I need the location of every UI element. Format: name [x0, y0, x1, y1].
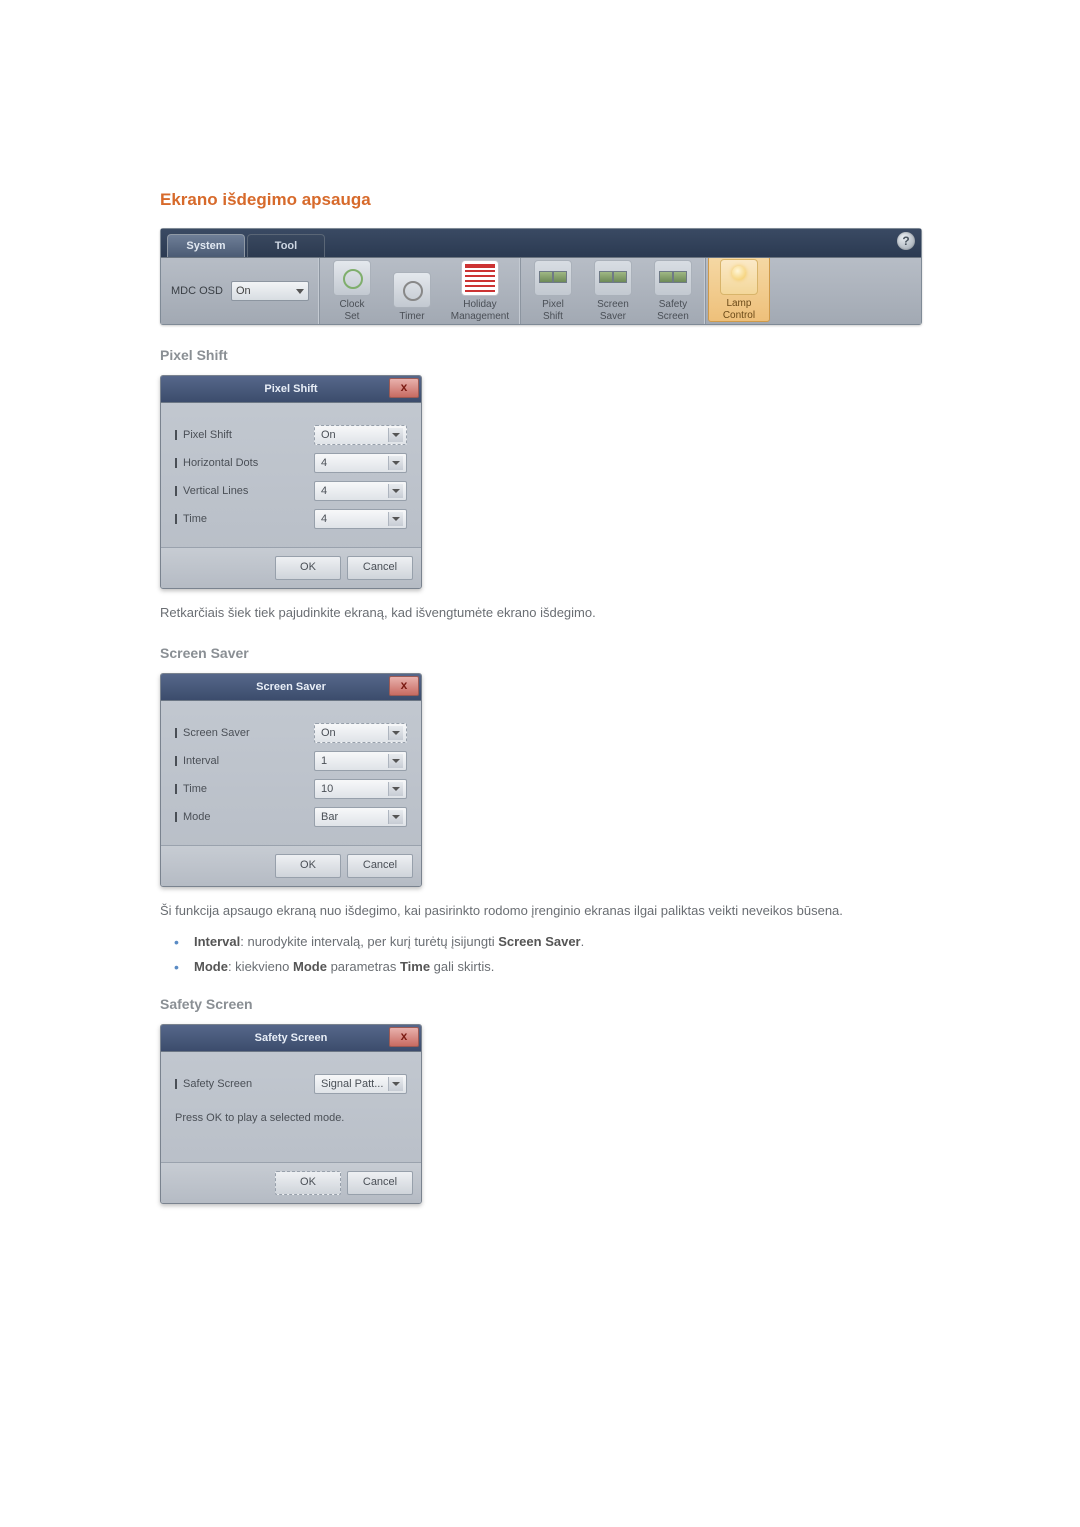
tab-system[interactable]: System: [167, 234, 245, 257]
safety-screen-message: Press OK to play a selected mode.: [175, 1112, 407, 1124]
time-select[interactable]: 4: [314, 509, 407, 529]
calendar-icon: [461, 260, 499, 296]
screen-saver-heading: Screen Saver: [160, 645, 920, 661]
chevron-down-icon: [392, 461, 400, 465]
chevron-down-icon: [296, 289, 304, 294]
row-time: Time 10: [175, 779, 407, 799]
horizontal-dots-select[interactable]: 4: [314, 453, 407, 473]
help-icon[interactable]: ?: [897, 232, 915, 250]
chevron-down-icon: [392, 489, 400, 493]
clock-icon: [333, 260, 371, 296]
mdc-osd-value: On: [236, 285, 251, 297]
safety-screen-icon: [654, 260, 692, 296]
toolbar-body: MDC OSD On Clock Set Timer Holiday Mana: [161, 258, 921, 324]
system-toolbar: System Tool ? MDC OSD On Clock Set Timer: [160, 228, 922, 325]
close-button[interactable]: x: [389, 378, 419, 398]
chevron-down-icon: [392, 759, 400, 763]
chevron-down-icon: [392, 517, 400, 521]
safety-screen-button[interactable]: Safety Screen: [643, 258, 703, 322]
pixel-shift-dialog-title: Pixel Shift x: [161, 376, 421, 403]
interval-select[interactable]: 1: [314, 751, 407, 771]
close-button[interactable]: x: [389, 1027, 419, 1047]
screen-saver-button[interactable]: Screen Saver: [583, 258, 643, 322]
mdc-osd-group: MDC OSD On: [161, 258, 320, 324]
chevron-down-icon: [392, 433, 400, 437]
screen-saver-icon: [594, 260, 632, 296]
mdc-osd-label: MDC OSD: [171, 285, 223, 297]
row-pixel-shift: Pixel Shift On: [175, 425, 407, 445]
screen-saver-dialog-title: Screen Saver x: [161, 674, 421, 701]
pixel-shift-description: Retkarčiais šiek tiek pajudinkite ekraną…: [160, 603, 920, 623]
tab-tool[interactable]: Tool: [247, 234, 325, 257]
mode-select[interactable]: Bar: [314, 807, 407, 827]
cancel-button[interactable]: Cancel: [347, 854, 413, 878]
timer-icon: [393, 272, 431, 308]
safety-screen-select[interactable]: Signal Patt...: [314, 1074, 407, 1094]
screen-saver-dialog: Screen Saver x Screen Saver On Interval …: [160, 673, 422, 887]
ok-button[interactable]: OK: [275, 1171, 341, 1195]
pixel-shift-icon: [534, 260, 572, 296]
row-screen-saver: Screen Saver On: [175, 723, 407, 743]
screen-saver-bullets: Interval: nurodykite intervalą, per kurį…: [160, 934, 920, 974]
chevron-down-icon: [392, 787, 400, 791]
cancel-button[interactable]: Cancel: [347, 1171, 413, 1195]
ok-button[interactable]: OK: [275, 854, 341, 878]
holiday-management-button[interactable]: Holiday Management: [442, 258, 518, 322]
row-time: Time 4: [175, 509, 407, 529]
row-horizontal-dots: Horizontal Dots 4: [175, 453, 407, 473]
close-button[interactable]: x: [389, 676, 419, 696]
vertical-lines-select[interactable]: 4: [314, 481, 407, 501]
row-vertical-lines: Vertical Lines 4: [175, 481, 407, 501]
bullet-interval: Interval: nurodykite intervalą, per kurį…: [160, 934, 920, 949]
lamp-control-button[interactable]: Lamp Control: [708, 256, 770, 322]
ok-button[interactable]: OK: [275, 556, 341, 580]
chevron-down-icon: [392, 1082, 400, 1086]
pixel-shift-select[interactable]: On: [314, 425, 407, 445]
mdc-osd-select[interactable]: On: [231, 281, 309, 301]
toolbar-group-lamp: Lamp Control: [706, 258, 772, 324]
toolbar-tabs: System Tool ?: [161, 229, 921, 258]
chevron-down-icon: [392, 731, 400, 735]
time-select[interactable]: 10: [314, 779, 407, 799]
row-mode: Mode Bar: [175, 807, 407, 827]
safety-screen-heading: Safety Screen: [160, 996, 920, 1012]
clock-set-button[interactable]: Clock Set: [322, 258, 382, 322]
section-title: Ekrano išdegimo apsauga: [160, 190, 920, 210]
cancel-button[interactable]: Cancel: [347, 556, 413, 580]
toolbar-group-time: Clock Set Timer Holiday Management: [320, 258, 521, 324]
lamp-icon: [720, 259, 758, 295]
safety-screen-dialog: Safety Screen x Safety Screen Signal Pat…: [160, 1024, 422, 1204]
pixel-shift-button[interactable]: Pixel Shift: [523, 258, 583, 322]
safety-screen-dialog-title: Safety Screen x: [161, 1025, 421, 1052]
chevron-down-icon: [392, 815, 400, 819]
screen-saver-description: Ši funkcija apsaugo ekraną nuo išdegimo,…: [160, 901, 920, 921]
pixel-shift-dialog: Pixel Shift x Pixel Shift On Horizontal …: [160, 375, 422, 589]
screen-saver-select[interactable]: On: [314, 723, 407, 743]
row-safety-screen: Safety Screen Signal Patt...: [175, 1074, 407, 1094]
timer-button[interactable]: Timer: [382, 270, 442, 323]
toolbar-group-screen: Pixel Shift Screen Saver Safety Screen: [521, 258, 706, 324]
pixel-shift-heading: Pixel Shift: [160, 347, 920, 363]
row-interval: Interval 1: [175, 751, 407, 771]
bullet-mode: Mode: kiekvieno Mode parametras Time gal…: [160, 959, 920, 974]
